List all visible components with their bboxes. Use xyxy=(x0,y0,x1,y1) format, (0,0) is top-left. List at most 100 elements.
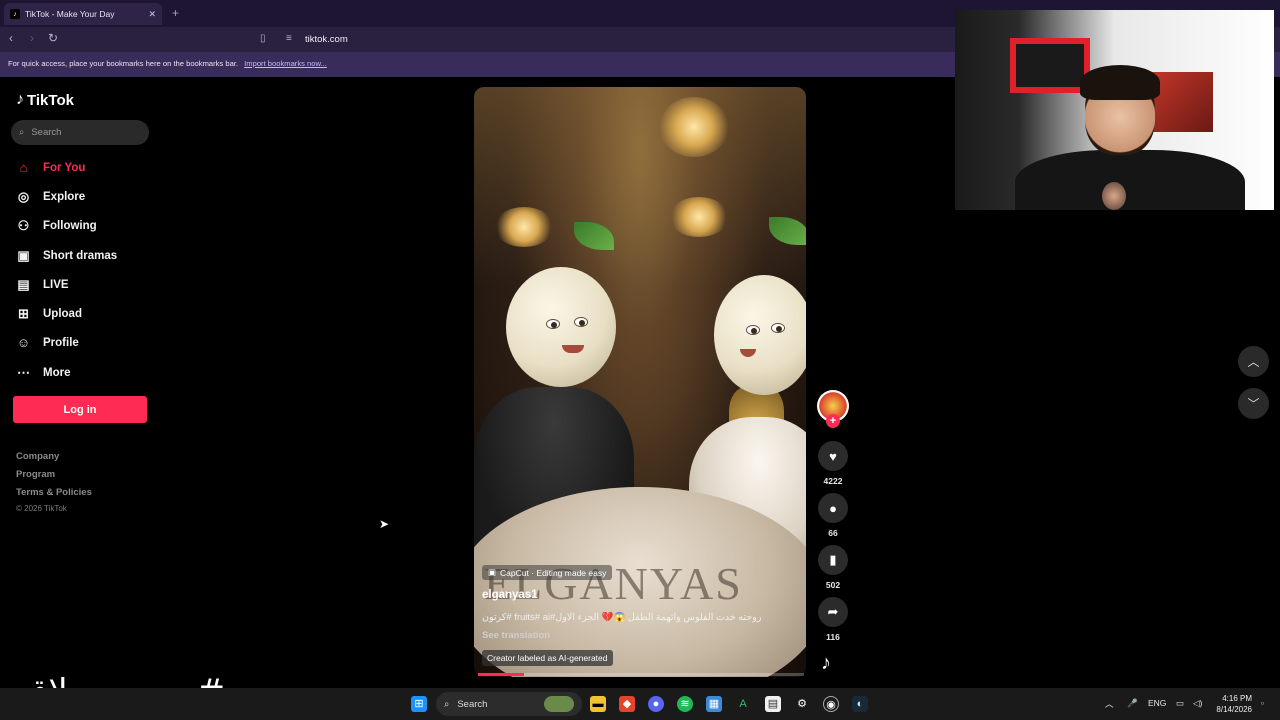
clock-time: 4:16 PM xyxy=(1222,694,1252,703)
see-translation-link[interactable]: See translation xyxy=(482,630,550,641)
taskbar-search-label: Search xyxy=(457,698,488,710)
store-icon[interactable]: ▤ xyxy=(765,696,781,712)
spotify-icon[interactable]: ≋ xyxy=(677,696,693,712)
footer-link-program[interactable]: Program xyxy=(16,469,55,480)
new-tab-button[interactable]: + xyxy=(172,6,179,20)
tab-title: TikTok - Make Your Day xyxy=(25,9,115,19)
tab-close-icon[interactable]: ✕ xyxy=(148,9,156,20)
file-explorer-icon[interactable]: ▬ xyxy=(590,696,606,712)
search-placeholder: Search xyxy=(31,127,62,138)
sidebar-item-label: Following xyxy=(43,220,97,232)
import-bookmarks-link[interactable]: Import bookmarks now... xyxy=(244,59,327,68)
notifications-icon[interactable]: ▫ xyxy=(1261,698,1264,708)
person-shirt xyxy=(1015,150,1245,210)
sidebar-item-short-dramas[interactable]: ▣ Short dramas xyxy=(16,248,117,264)
language-indicator[interactable]: ENG xyxy=(1148,698,1166,708)
discord-icon[interactable]: ● xyxy=(648,696,664,712)
bookmark-icon[interactable]: ▯ xyxy=(260,33,266,44)
sidebar-item-for-you[interactable]: ⌂ For You xyxy=(16,160,86,175)
browser-tab[interactable]: ♪ TikTok - Make Your Day ✕ xyxy=(4,3,162,25)
network-icon[interactable]: ▭ xyxy=(1176,698,1184,709)
red-shelf xyxy=(1010,38,1090,93)
ai-generated-label: Creator labeled as AI-generated xyxy=(482,650,613,666)
comment-icon: ● xyxy=(829,500,837,516)
chandelier xyxy=(659,97,729,157)
like-count: 4222 xyxy=(823,476,843,486)
eye xyxy=(746,325,760,335)
tiktok-logo[interactable]: ♪ TikTok xyxy=(16,91,74,109)
taskbar-search[interactable]: ⌕ Search xyxy=(436,692,582,716)
video-progress-bar[interactable] xyxy=(478,673,804,676)
home-icon: ⌂ xyxy=(19,160,28,175)
android-studio-icon[interactable]: A xyxy=(735,696,751,712)
tiktok-music-icon[interactable]: ♪ xyxy=(821,652,831,675)
sidebar-item-profile[interactable]: ☺ Profile xyxy=(16,335,79,350)
tiktok-favicon-icon: ♪ xyxy=(10,9,20,19)
webcam-overlay xyxy=(955,10,1274,210)
chandelier xyxy=(494,207,554,247)
sidebar: ♪ TikTok ⌕ Search ⌂ For You ◎ Explore ⚇ … xyxy=(0,77,170,687)
sidebar-item-label: For You xyxy=(43,161,86,174)
sidebar-item-more[interactable]: ⋯ More xyxy=(16,365,70,381)
app-icon[interactable]: ▦ xyxy=(706,696,722,712)
taskbar-clock[interactable]: 4:16 PM 8/14/2026 xyxy=(1210,693,1252,715)
follow-button[interactable]: + xyxy=(826,414,840,428)
chevron-up-icon: ︿ xyxy=(1247,355,1260,369)
search-input[interactable]: ⌕ Search xyxy=(11,120,149,145)
save-count: 502 xyxy=(825,580,841,590)
chevron-down-icon: ﹀ xyxy=(1247,397,1260,411)
capcut-badge[interactable]: ▣ CapCut · Editing made easy xyxy=(482,565,613,580)
save-button[interactable]: ▮ xyxy=(818,545,848,575)
live-icon: ▤ xyxy=(17,277,30,292)
sidebar-item-live[interactable]: ▤ LIVE xyxy=(16,277,68,293)
following-icon: ⚇ xyxy=(17,218,30,233)
reload-icon[interactable]: ↻ xyxy=(48,31,58,45)
compass-icon: ◎ xyxy=(17,189,30,204)
comment-button[interactable]: ● xyxy=(818,493,848,523)
back-icon[interactable]: ‹ xyxy=(9,31,13,45)
previous-video-button[interactable]: ︿ xyxy=(1238,346,1269,377)
microphone-icon[interactable]: 🎤 xyxy=(1127,698,1138,709)
sidebar-item-upload[interactable]: ⊞ Upload xyxy=(16,306,82,322)
face-sticker xyxy=(1102,182,1126,210)
next-video-button[interactable]: ﹀ xyxy=(1238,388,1269,419)
video-caption: كرتون# fruits# ai#روجته خدت الفلوس واتهم… xyxy=(482,612,762,623)
sidebar-item-label: Profile xyxy=(43,336,79,349)
video-author[interactable]: elganyas1 xyxy=(482,589,538,601)
tiktok-note-icon: ♪ xyxy=(16,91,24,108)
share-button[interactable]: ➦ xyxy=(818,597,848,627)
chandelier xyxy=(669,197,729,237)
windows-start-icon[interactable]: ⊞ xyxy=(411,696,427,712)
sidebar-item-label: Upload xyxy=(43,308,82,320)
like-button[interactable]: ♥ xyxy=(818,441,848,471)
mouse-cursor-icon: ➤ xyxy=(379,517,390,531)
tray-chevron-icon[interactable]: ︿ xyxy=(1105,698,1114,710)
bookmark-icon: ▮ xyxy=(829,552,837,567)
site-info-icon[interactable]: ≡ xyxy=(286,33,292,44)
capcut-label: CapCut · Editing made easy xyxy=(500,567,607,578)
brave-browser-icon[interactable]: ◆ xyxy=(619,696,635,712)
copyright: © 2026 TikTok xyxy=(16,504,67,513)
footer-link-company[interactable]: Company xyxy=(16,451,59,462)
url-field[interactable]: tiktok.com xyxy=(305,34,348,45)
footer-link-terms[interactable]: Terms & Policies xyxy=(16,487,92,498)
volume-icon[interactable]: ◁) xyxy=(1193,698,1202,709)
login-button[interactable]: Log in xyxy=(13,396,147,423)
video-progress-fill xyxy=(478,673,524,676)
more-icon: ⋯ xyxy=(17,365,30,380)
steam-icon[interactable]: ◐ xyxy=(852,696,868,712)
bookmarks-message: For quick access, place your bookmarks h… xyxy=(8,59,239,68)
forward-icon[interactable]: › xyxy=(30,31,34,45)
search-icon: ⌕ xyxy=(19,127,25,138)
sidebar-item-label: Explore xyxy=(43,191,86,203)
person-hair xyxy=(1080,65,1160,100)
sidebar-item-following[interactable]: ⚇ Following xyxy=(16,218,97,234)
comment-count: 66 xyxy=(828,528,838,538)
settings-icon[interactable]: ⚙ xyxy=(794,696,810,712)
upload-icon: ⊞ xyxy=(18,306,29,321)
taskbar xyxy=(0,688,1280,720)
sidebar-item-explore[interactable]: ◎ Explore xyxy=(16,189,85,205)
search-highlight-icon xyxy=(544,696,574,712)
obs-icon[interactable]: ◉ xyxy=(823,696,839,712)
capcut-icon: ▣ xyxy=(488,567,497,577)
